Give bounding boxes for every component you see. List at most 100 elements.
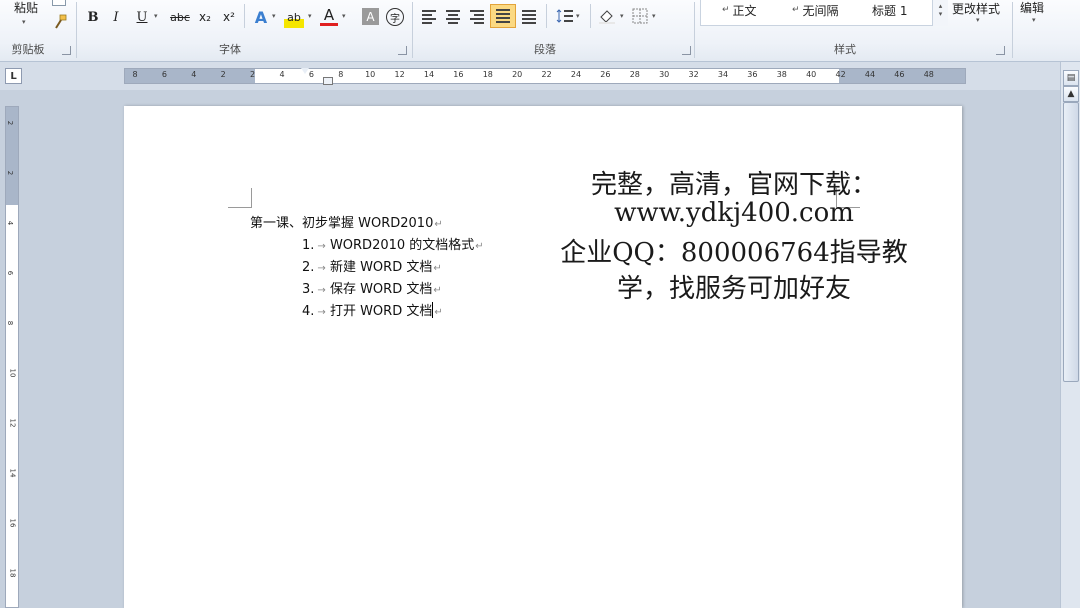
borders-dropdown-icon[interactable]: ▾ (652, 12, 656, 20)
watermark-url: www.ydkj400.com (614, 198, 854, 228)
shading-icon[interactable] (598, 8, 616, 24)
vertical-ruler[interactable]: 2 2 4 6 8 10 12 14 16 18 (5, 106, 19, 608)
italic-button[interactable]: I (108, 6, 124, 28)
font-color-dropdown-icon[interactable]: ▾ (342, 12, 346, 20)
ruler-number: 4 (191, 70, 197, 79)
first-line-indent-marker[interactable] (301, 68, 309, 74)
align-right-icon[interactable] (468, 8, 486, 24)
list-text: WORD2010 的文档格式 (329, 238, 475, 253)
list-text: 保存 WORD 文档 (329, 282, 433, 297)
divider (590, 4, 591, 28)
list-item: 3. → 保存 WORD 文档↵ (302, 278, 442, 297)
styles-more-button[interactable]: ▴ ▾ (932, 0, 948, 26)
hanging-indent-marker[interactable] (323, 77, 333, 85)
list-number: 2. (302, 260, 315, 275)
ruler-number: 4 (6, 220, 15, 226)
align-left-icon[interactable] (420, 8, 438, 24)
paragraph-mark: ↵ (434, 307, 443, 318)
editing-dropdown-icon[interactable]: ▾ (1032, 16, 1036, 24)
line-spacing-dropdown-icon[interactable]: ▾ (576, 12, 580, 20)
ruler-number: 22 (541, 70, 552, 79)
editing-button[interactable]: 编辑 (1020, 0, 1060, 17)
style-normal-label: 正文 (732, 3, 757, 18)
heading-text: 第一课、初步掌握 WORD2010 (250, 216, 434, 231)
underline-button[interactable]: U (134, 6, 150, 28)
clipboard-launcher-icon[interactable] (62, 46, 71, 55)
ruler-number: 44 (864, 70, 876, 79)
list-item: 2. → 新建 WORD 文档↵ (302, 256, 442, 275)
styles-more-icon: ▾ (938, 10, 943, 18)
distributed-icon[interactable] (520, 8, 538, 24)
clipboard-caption: 剪贴板 (11, 43, 45, 56)
highlight-dropdown-icon[interactable]: ▾ (308, 12, 312, 20)
tab-selector-icon[interactable]: L (5, 68, 22, 84)
bold-button[interactable]: B (85, 6, 101, 28)
justify-icon[interactable] (490, 4, 516, 28)
horizontal-ruler[interactable]: 8 6 4 2 2 4 6 8 10 12 14 16 18 20 22 24 26 28 30 32 34 36 38 40… (124, 68, 966, 85)
copy-icon[interactable] (52, 0, 66, 6)
change-styles-button[interactable]: 更改样式 (952, 0, 1008, 18)
divider (244, 4, 245, 28)
ruler-number: 2 (6, 170, 15, 176)
watermark-line-4: 学，找服务可加好友 (616, 274, 851, 304)
ruler-number: 46 (894, 70, 905, 79)
tab-mark: → (317, 241, 326, 252)
watermark-line-3: 企业QQ：800006764指导教 (560, 238, 908, 268)
ruler-number: 2 (220, 70, 226, 79)
list-item: 4. → 打开 WORD 文档 ↵ (302, 300, 443, 319)
text-effects-dropdown-icon[interactable]: ▾ (272, 12, 276, 20)
enclose-characters-button[interactable]: 字 (386, 8, 404, 26)
document-page[interactable]: 第一课、初步掌握 WORD2010↵ 1. → WORD2010 的文档格式↵ 2… (124, 106, 962, 608)
list-number: 3. (302, 282, 315, 297)
scroll-up-icon[interactable]: ▲ (1063, 86, 1079, 102)
format-painter-icon[interactable] (52, 14, 68, 30)
divider (546, 4, 547, 28)
group-divider (1012, 2, 1013, 58)
style-no-spacing-label: 无间隔 (802, 3, 839, 18)
doc-heading: 第一课、初步掌握 WORD2010↵ (250, 212, 443, 231)
superscript-button[interactable]: x² (220, 6, 238, 28)
paste-button[interactable]: 粘贴 (8, 0, 44, 15)
font-color-button[interactable]: A (320, 6, 338, 26)
ruler-number: 2 (6, 120, 15, 126)
ruler-number: 4 (279, 70, 285, 79)
ruler-number: 28 (629, 70, 640, 79)
strikethrough-button[interactable]: abc (168, 6, 192, 28)
ruler-number: 14 (423, 70, 435, 79)
borders-icon[interactable] (632, 8, 650, 24)
paragraph-caption: 段落 (534, 43, 556, 56)
scrollbar-thumb[interactable] (1063, 102, 1079, 382)
change-styles-dropdown-icon[interactable]: ▾ (976, 16, 980, 24)
paragraph-launcher-icon[interactable] (682, 46, 691, 55)
ruler-number: 16 (453, 70, 464, 79)
subscript-button[interactable]: x₂ (196, 6, 214, 28)
style-heading-1[interactable]: 标题 1 (872, 0, 932, 20)
line-spacing-icon[interactable] (556, 8, 574, 24)
ruler-number: 8 (338, 70, 344, 79)
style-normal[interactable]: ↵ 正文 (722, 0, 782, 20)
list-item: 1. → WORD2010 的文档格式↵ (302, 234, 484, 253)
paste-dropdown-icon[interactable]: ▾ (22, 18, 26, 26)
group-divider (694, 2, 695, 58)
styles-launcher-icon[interactable] (996, 46, 1005, 55)
vertical-scrollbar[interactable]: ▤ ▲ (1060, 62, 1080, 608)
ruler-number: 30 (659, 70, 670, 79)
ruler-toggle-icon[interactable]: ▤ (1063, 70, 1079, 86)
highlight-button[interactable]: ab (284, 6, 304, 28)
paragraph-mark: ↵ (433, 263, 442, 274)
underline-dropdown-icon[interactable]: ▾ (154, 12, 158, 20)
ruler-number: 42 (835, 70, 846, 79)
ruler-number: 12 (394, 70, 405, 79)
align-center-icon[interactable] (444, 8, 462, 24)
text-effects-button[interactable]: A (252, 6, 270, 28)
ruler-number: 6 (308, 70, 314, 79)
font-launcher-icon[interactable] (398, 46, 407, 55)
ruler-number: 6 (161, 70, 167, 79)
shading-dropdown-icon[interactable]: ▾ (620, 12, 624, 20)
ruler-number: 18 (8, 568, 17, 578)
ruler-number: 32 (688, 70, 699, 79)
paragraph-mark: ↵ (434, 219, 443, 230)
style-no-spacing[interactable]: ↵ 无间隔 (792, 0, 852, 20)
paragraph-mark: ↵ (433, 285, 442, 296)
character-shading-button[interactable]: A (362, 8, 379, 25)
